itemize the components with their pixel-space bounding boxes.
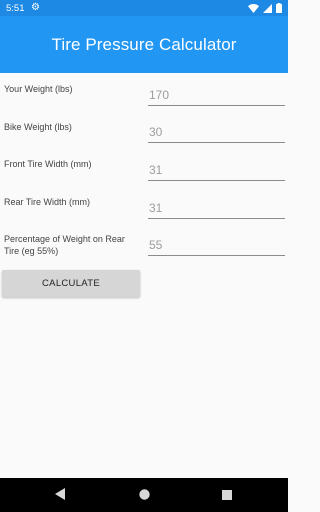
rear-tire-width-field-wrapper bbox=[148, 197, 285, 219]
your-weight-label: Your Weight (lbs) bbox=[4, 84, 73, 94]
rear-weight-percentage-input[interactable] bbox=[148, 234, 285, 255]
status-time: 5:51 bbox=[6, 3, 25, 14]
front-tire-width-field-wrapper bbox=[148, 159, 285, 181]
bike-weight-label: Bike Weight (lbs) bbox=[4, 122, 72, 132]
battery-icon bbox=[276, 3, 282, 13]
gear-icon: ⚙ bbox=[31, 2, 40, 13]
navigation-bar bbox=[0, 478, 288, 512]
signal-icon bbox=[263, 3, 272, 13]
status-bar: 5:51 ⚙ bbox=[0, 0, 288, 16]
your-weight-input[interactable] bbox=[148, 84, 285, 105]
status-icons bbox=[248, 3, 282, 13]
your-weight-field-wrapper bbox=[148, 84, 285, 106]
wifi-icon bbox=[248, 3, 259, 13]
calculate-button[interactable]: CALCULATE bbox=[2, 270, 140, 297]
bike-weight-input[interactable] bbox=[148, 121, 285, 142]
rear-tire-width-input[interactable] bbox=[148, 197, 285, 218]
rear-weight-percentage-field-wrapper bbox=[148, 234, 285, 256]
bike-weight-field-wrapper bbox=[148, 121, 285, 143]
rear-tire-width-label: Rear Tire Width (mm) bbox=[4, 197, 91, 207]
home-icon[interactable] bbox=[139, 487, 150, 505]
app-bar: Tire Pressure Calculator bbox=[0, 16, 288, 73]
front-tire-width-input[interactable] bbox=[148, 159, 285, 180]
rear-weight-percentage-label: Percentage of Weight on Rear Tire (eg 55… bbox=[4, 234, 125, 256]
recents-icon[interactable] bbox=[222, 487, 232, 505]
back-icon[interactable] bbox=[55, 487, 65, 505]
page-title: Tire Pressure Calculator bbox=[51, 34, 237, 54]
front-tire-width-label: Front Tire Width (mm) bbox=[4, 159, 92, 169]
